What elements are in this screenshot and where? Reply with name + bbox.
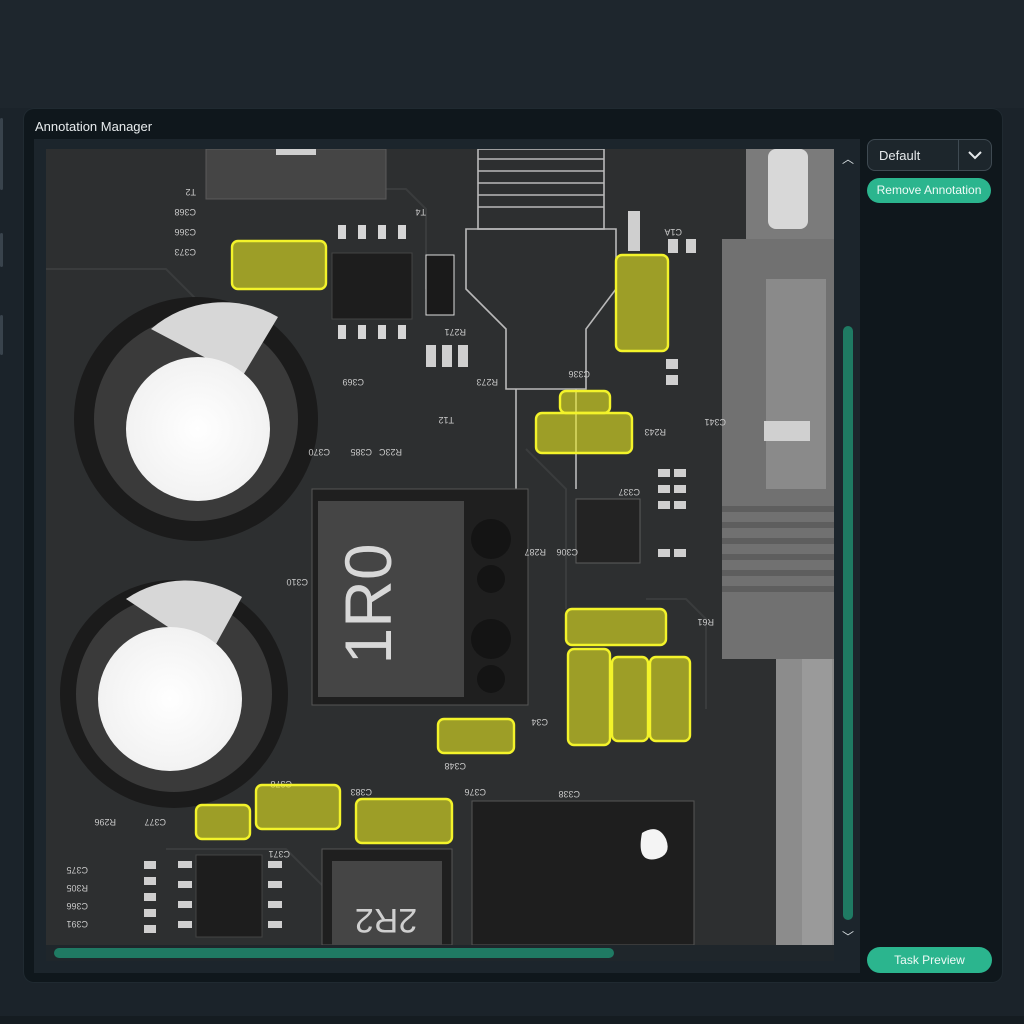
- scroll-down-icon[interactable]: ﹀: [840, 929, 856, 945]
- annotation-region[interactable]: [436, 717, 516, 755]
- annotation-manager-window: Annotation Manager 1R0 2R2 T2 C368 C366 …: [24, 109, 1002, 982]
- top-toolbar: [0, 0, 1024, 108]
- annotation-region[interactable]: [614, 253, 670, 353]
- silkscreen-label: R23C: [378, 447, 402, 457]
- annotation-region[interactable]: [354, 797, 454, 845]
- silkscreen-label: C385: [350, 447, 372, 457]
- silkscreen-label: C375: [66, 865, 88, 875]
- silkscreen-label: C34: [531, 717, 548, 727]
- annotation-region[interactable]: [194, 803, 252, 841]
- horizontal-scroll-thumb[interactable]: [54, 948, 614, 958]
- silkscreen-label: C306: [556, 547, 578, 557]
- bottom-bar: [0, 1016, 1024, 1024]
- silkscreen-label: C337: [618, 487, 640, 497]
- silkscreen-label: C377: [144, 817, 166, 827]
- silkscreen-label: C348: [444, 761, 466, 771]
- left-edge-tab[interactable]: [0, 233, 3, 267]
- left-edge-tab[interactable]: [0, 315, 3, 355]
- annotation-region[interactable]: [610, 655, 650, 743]
- silkscreen-label: C366: [66, 901, 88, 911]
- silkscreen-label: R296: [94, 817, 116, 827]
- annotation-region[interactable]: [254, 783, 342, 831]
- silkscreen-label: T2: [185, 187, 196, 197]
- silkscreen-label: R243: [644, 427, 666, 437]
- annotation-region[interactable]: [566, 647, 612, 747]
- vertical-scrollbar[interactable]: ︿ ﹀: [840, 149, 856, 945]
- annotation-region[interactable]: [648, 655, 692, 743]
- silkscreen-label: C391: [66, 919, 88, 929]
- preset-dropdown[interactable]: Default: [867, 139, 992, 171]
- pcb-image-canvas[interactable]: 1R0 2R2 T2 C368 C366 C373 T4 R271 C369 R…: [46, 149, 834, 945]
- silkscreen-label: C366: [174, 227, 196, 237]
- silkscreen-label: R271: [444, 327, 466, 337]
- dropdown-divider: [958, 140, 959, 170]
- silkscreen-label: C310: [286, 577, 308, 587]
- window-title: Annotation Manager: [35, 119, 153, 134]
- annotation-region[interactable]: [558, 389, 612, 415]
- silkscreen-label: C336: [568, 369, 590, 379]
- silkscreen-label: C376: [464, 787, 486, 797]
- pcb-image: 1R0 2R2 T2C368C366C373T4R271C369 R273C33…: [46, 149, 834, 945]
- silkscreen-label: C368: [174, 207, 196, 217]
- silkscreen-label: C371: [268, 849, 290, 859]
- silkscreen-label: C370: [308, 447, 330, 457]
- silkscreen-label: T12: [438, 415, 454, 425]
- image-viewer: 1R0 2R2 T2 C368 C366 C373 T4 R271 C369 R…: [34, 139, 860, 973]
- silkscreen-label: T4: [415, 207, 426, 217]
- silkscreen-label: R287: [524, 547, 546, 557]
- inductor-main-label: 1R0: [331, 543, 405, 664]
- annotation-region[interactable]: [534, 411, 634, 455]
- remove-annotation-button[interactable]: Remove Annotation: [867, 178, 991, 203]
- silkscreen-label: R61: [697, 617, 714, 627]
- silkscreen-label: R305: [66, 883, 88, 893]
- task-preview-button[interactable]: Task Preview: [867, 947, 992, 973]
- left-edge-tab[interactable]: [0, 118, 3, 190]
- dropdown-value: Default: [879, 148, 921, 163]
- silkscreen-label: C373: [174, 247, 196, 257]
- silkscreen-label: C383: [350, 787, 372, 797]
- silkscreen-label: C369: [342, 377, 364, 387]
- vertical-scroll-thumb[interactable]: [843, 326, 853, 920]
- silkscreen-label: C341: [704, 417, 726, 427]
- chevron-down-icon[interactable]: [967, 147, 983, 163]
- scroll-up-icon[interactable]: ︿: [840, 151, 856, 167]
- inductor-small-label: 2R2: [355, 901, 417, 939]
- annotation-region[interactable]: [564, 607, 668, 647]
- silkscreen-label: C338: [558, 789, 580, 799]
- annotation-region[interactable]: [230, 239, 328, 291]
- silkscreen-label: C1A: [664, 227, 682, 237]
- silkscreen-label: R273: [476, 377, 498, 387]
- horizontal-scrollbar[interactable]: [46, 945, 834, 961]
